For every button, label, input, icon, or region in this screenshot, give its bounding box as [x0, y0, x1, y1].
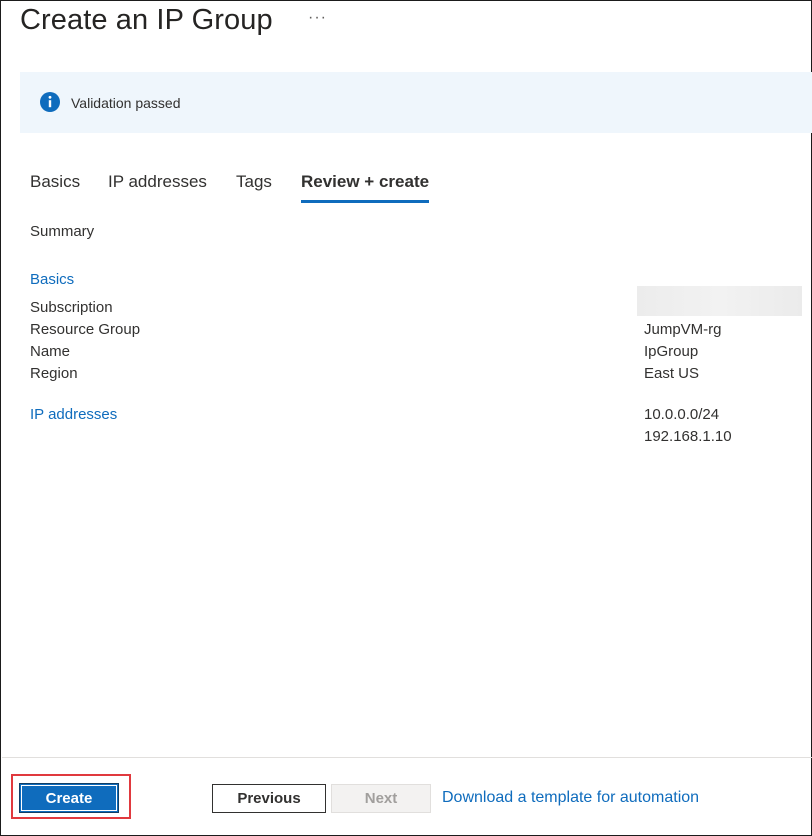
footer-divider — [2, 757, 812, 758]
create-ip-group-blade: Create an IP Group ··· Validation passed… — [0, 0, 812, 836]
summary-heading: Summary — [30, 223, 95, 240]
tab-basics[interactable]: Basics — [30, 172, 80, 200]
page-title: Create an IP Group — [20, 4, 273, 36]
resource-group-value: JumpVM-rg — [644, 321, 722, 338]
resource-group-label: Resource Group — [30, 321, 141, 338]
info-icon — [40, 92, 60, 112]
subscription-label: Subscription — [30, 299, 113, 316]
region-value: East US — [644, 365, 700, 382]
name-value: IpGroup — [644, 343, 699, 360]
basics-section-link[interactable]: Basics — [30, 271, 74, 288]
ip-address-value: 10.0.0.0/24 — [644, 406, 720, 423]
create-button[interactable]: Create — [19, 783, 119, 813]
tab-review-create[interactable]: Review + create — [301, 172, 430, 203]
next-button[interactable]: Next — [331, 784, 431, 813]
ip-address-value: 192.168.1.10 — [644, 428, 732, 445]
tab-tags[interactable]: Tags — [236, 172, 272, 200]
validation-banner: Validation passed — [20, 72, 812, 133]
more-options-button[interactable]: ··· — [308, 9, 327, 27]
previous-button[interactable]: Previous — [212, 784, 326, 813]
ip-addresses-section-link[interactable]: IP addresses — [30, 406, 117, 423]
region-label: Region — [30, 365, 78, 382]
validation-message: Validation passed — [71, 95, 181, 111]
name-label: Name — [30, 343, 71, 360]
download-template-link[interactable]: Download a template for automation — [442, 789, 699, 807]
tab-ip-addresses[interactable]: IP addresses — [108, 172, 207, 200]
subscription-value-redacted — [637, 286, 802, 316]
